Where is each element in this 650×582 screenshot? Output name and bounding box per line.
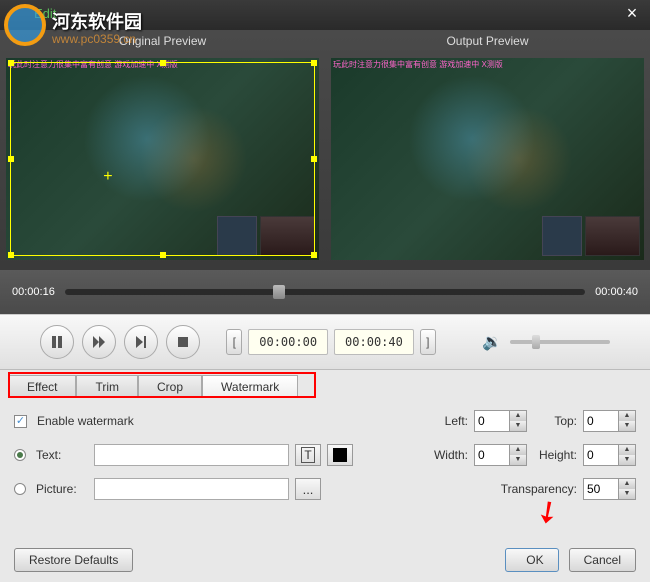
trim-end-bracket[interactable]: ] xyxy=(420,329,436,355)
width-spinner[interactable]: ▲▼ xyxy=(474,444,527,466)
trim-range: [ 00:00:00 00:00:40 ] xyxy=(226,329,436,355)
restore-defaults-button[interactable]: Restore Defaults xyxy=(14,548,133,572)
height-spinner[interactable]: ▲▼ xyxy=(583,444,636,466)
width-label: Width: xyxy=(424,448,468,462)
watermark-panel: ✓ Enable watermark Left: ▲▼ Top: ▲▼ Text… xyxy=(0,398,650,524)
height-label: Height: xyxy=(533,448,577,462)
output-preview-label: Output Preview xyxy=(325,30,650,52)
tab-watermark[interactable]: Watermark xyxy=(202,375,298,398)
browse-picture-button[interactable]: ... xyxy=(295,478,321,500)
watermark-text-input[interactable] xyxy=(94,444,289,466)
output-preview-pane: Output Preview 玩此时注意力很集中富有创意 游戏加速中 X测版 xyxy=(325,30,650,270)
enable-watermark-label: Enable watermark xyxy=(37,414,134,428)
playback-controls: [ 00:00:00 00:00:40 ] 🔉 xyxy=(0,314,650,370)
close-button[interactable]: × xyxy=(622,5,642,25)
seek-end-time: 00:00:40 xyxy=(595,286,638,298)
volume-slider[interactable] xyxy=(510,340,610,344)
text-style-button[interactable]: T xyxy=(295,444,321,466)
crop-handle-b[interactable] xyxy=(160,252,166,258)
top-label: Top: xyxy=(533,414,577,428)
pause-button[interactable] xyxy=(40,325,74,359)
crop-handle-tl[interactable] xyxy=(8,60,14,66)
top-spinner[interactable]: ▲▼ xyxy=(583,410,636,432)
titlebar: Edit × xyxy=(0,0,650,30)
crop-handle-bl[interactable] xyxy=(8,252,14,258)
next-frame-button[interactable] xyxy=(124,325,158,359)
text-radio-label: Text: xyxy=(36,448,88,462)
enable-watermark-checkbox[interactable]: ✓ xyxy=(14,415,27,428)
crosshair-icon: + xyxy=(100,169,116,185)
window-title: Edit xyxy=(34,6,56,21)
tab-trim[interactable]: Trim xyxy=(76,375,138,398)
transparency-spinner[interactable]: ▲▼ xyxy=(583,478,636,500)
crop-handle-br[interactable] xyxy=(311,252,317,258)
text-radio[interactable] xyxy=(14,449,26,461)
crop-handle-r[interactable] xyxy=(311,156,317,162)
tab-crop[interactable]: Crop xyxy=(138,375,202,398)
left-spinner[interactable]: ▲▼ xyxy=(474,410,527,432)
volume-thumb[interactable] xyxy=(532,335,540,349)
trim-start-time[interactable]: 00:00:00 xyxy=(248,329,328,355)
picture-radio-label: Picture: xyxy=(36,482,88,496)
seek-bar: 00:00:16 00:00:40 xyxy=(0,270,650,314)
picture-radio[interactable] xyxy=(14,483,26,495)
crop-handle-l[interactable] xyxy=(8,156,14,162)
tabs-row: Effect Trim Crop Watermark xyxy=(0,370,650,398)
crop-rectangle[interactable] xyxy=(10,62,315,256)
ok-button[interactable]: OK xyxy=(505,548,559,572)
original-preview-pane: Original Preview 玩此时注意力很集中富有创意 游戏加速中 X测版… xyxy=(0,30,325,270)
trim-start-bracket[interactable]: [ xyxy=(226,329,242,355)
stop-button[interactable] xyxy=(166,325,200,359)
text-color-button[interactable] xyxy=(327,444,353,466)
fast-forward-button[interactable] xyxy=(82,325,116,359)
crop-handle-tr[interactable] xyxy=(311,60,317,66)
output-preview-video: 玩此时注意力很集中富有创意 游戏加速中 X测版 xyxy=(331,58,644,260)
seek-start-time: 00:00:16 xyxy=(12,286,55,298)
transparency-label: Transparency: xyxy=(487,482,577,496)
original-preview-label: Original Preview xyxy=(0,30,325,52)
watermark-picture-input[interactable] xyxy=(94,478,289,500)
tab-effect[interactable]: Effect xyxy=(8,375,76,398)
left-label: Left: xyxy=(424,414,468,428)
preview-area: Original Preview 玩此时注意力很集中富有创意 游戏加速中 X测版… xyxy=(0,30,650,270)
trim-end-time[interactable]: 00:00:40 xyxy=(334,329,414,355)
original-preview-video[interactable]: 玩此时注意力很集中富有创意 游戏加速中 X测版 + xyxy=(6,58,319,260)
bottom-bar: Restore Defaults OK Cancel xyxy=(14,548,636,572)
volume-icon[interactable]: 🔉 xyxy=(482,332,502,352)
seek-thumb[interactable] xyxy=(273,285,285,299)
crop-handle-t[interactable] xyxy=(160,60,166,66)
cancel-button[interactable]: Cancel xyxy=(569,548,636,572)
seek-track[interactable] xyxy=(65,289,585,295)
